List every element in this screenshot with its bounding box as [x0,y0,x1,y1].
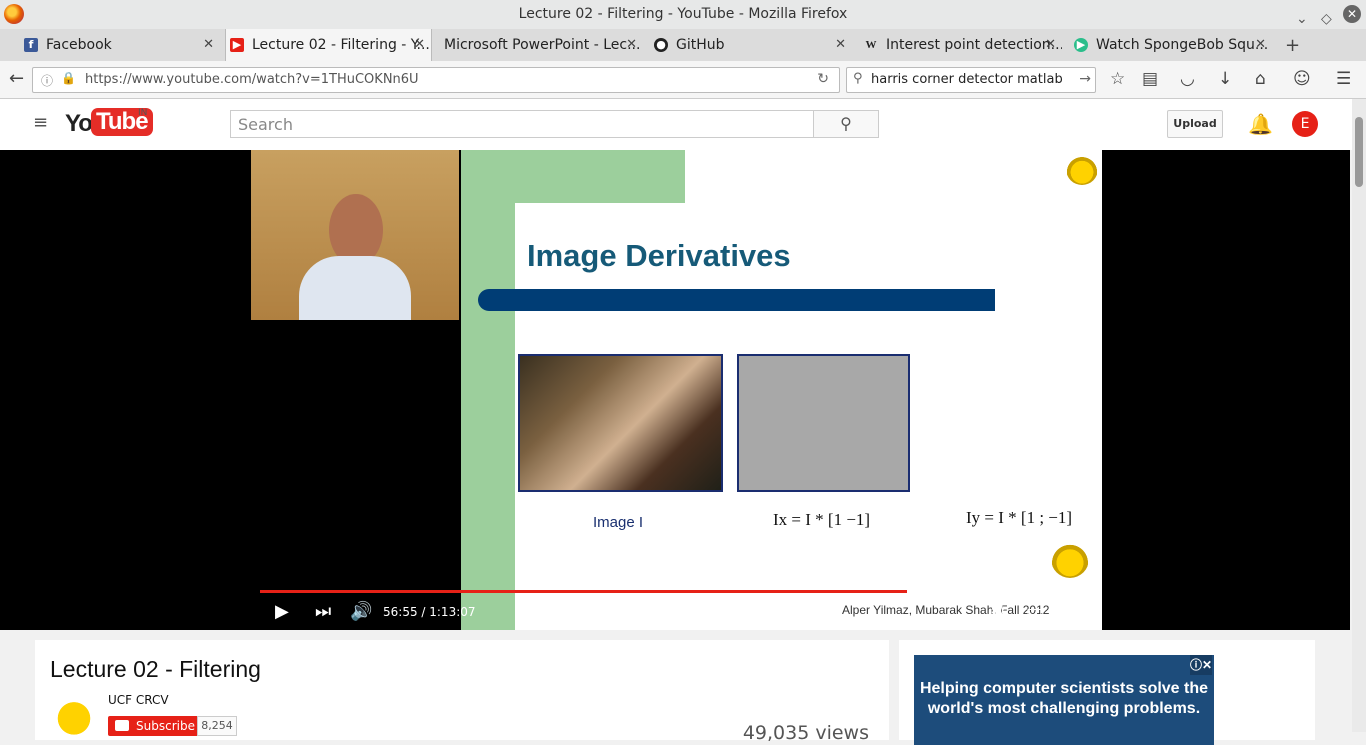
slide-green-top [461,150,685,203]
video-title: Lecture 02 - Filtering [50,656,261,682]
page-scrollbar[interactable] [1352,99,1366,732]
volume-icon[interactable]: 🔊 [350,601,372,622]
play-icon[interactable]: ▶ [275,601,289,622]
tab-youtube-lecture[interactable]: ▶ Lecture 02 - Filtering - Y... ✕ [225,29,432,61]
tab-facebook[interactable]: f Facebook ✕ [20,29,220,61]
reload-icon[interactable]: ↻ [817,71,829,87]
slide-credit: Alper Yilmaz, Mubarak Shah, Fall 2012 [842,603,1050,617]
bookmark-star-icon[interactable]: ☆ [1110,69,1125,89]
tab-label: Watch SpongeBob Squ... [1096,37,1269,53]
webcam-overlay [251,150,459,320]
github-favicon-icon: ● [654,38,668,52]
menu-icon[interactable]: ☰ [1336,69,1351,89]
tab-label: Facebook [46,37,112,53]
progress-played [260,590,908,593]
tab-label: Lecture 02 - Filtering - Y... [252,37,430,53]
channel-name[interactable]: UCF CRCV [108,693,169,707]
info-icon[interactable]: ⓘ [41,72,53,89]
url-bar[interactable]: ⓘ 🔒 https://www.youtube.com/watch?v=1THu… [32,67,840,93]
tab-label: GitHub [676,37,725,53]
subscribe-button[interactable]: Subscribe [108,716,197,736]
tab-label: Interest point detection... [886,37,1062,53]
time-display: 56:55 / 1:13:07 [383,605,476,619]
search-go-icon[interactable]: → [1079,71,1091,87]
slide-title-bar [478,289,995,311]
guide-menu-icon[interactable]: ≡ [33,112,48,133]
subscriber-count: 8,254 [197,716,237,736]
slide-label-image: Image I [593,514,644,531]
youtube-search-button[interactable]: ⚲ [813,110,879,138]
close-tab-icon[interactable]: ✕ [1255,29,1266,61]
close-tab-icon[interactable]: ✕ [203,29,214,61]
search-placeholder: Search [238,115,293,134]
lecture-slide: Image Derivatives Image I Ix = I * [1 −1… [461,150,1102,630]
tab-github[interactable]: ● GitHub ✕ [650,29,852,61]
progress-bar[interactable] [260,590,1090,593]
youtube-favicon-icon: ▶ [230,38,244,52]
firefox-logo-icon [4,4,24,24]
pocket-icon[interactable]: ◡ [1180,69,1195,89]
reading-list-icon[interactable]: ▤ [1142,69,1158,89]
ad-close-icon[interactable]: ⓘ✕ [1190,655,1212,675]
downloads-icon[interactable]: ↓ [1218,69,1232,89]
chat-icon[interactable]: ☺ [1293,69,1311,89]
video-info-panel: Lecture 02 - Filtering UCF CRCV Subscrib… [35,640,889,744]
youtube-header: ≡ You Tube IN Search ⚲ Upload 🔔 E [0,99,1352,150]
theater-mode-icon[interactable]: ▭ [1026,601,1043,622]
next-icon[interactable]: ⏭ [315,601,331,622]
slide-green-band [461,150,515,630]
close-window-icon[interactable]: ✕ [1343,5,1361,23]
search-bar[interactable]: ⚲ harris corner detector matlab → [846,67,1096,93]
search-icon: ⚲ [840,114,852,133]
scrollbar-thumb[interactable] [1355,117,1363,187]
navigation-bar: ← ⓘ 🔒 https://www.youtube.com/watch?v=1T… [0,61,1366,99]
back-icon[interactable]: ← [9,68,24,89]
facebook-favicon-icon: f [24,38,38,52]
youtube-search-input[interactable]: Search [230,110,814,138]
slide-photo-derivative [737,354,910,492]
close-tab-icon[interactable]: ✕ [835,29,846,61]
lecturer-body [299,256,411,320]
channel-avatar[interactable] [50,692,98,740]
lock-icon: 🔒 [61,71,76,85]
video-player[interactable]: Image Derivatives Image I Ix = I * [1 −1… [0,150,1350,630]
notifications-bell-icon[interactable]: 🔔 [1248,112,1273,136]
settings-gear-icon[interactable]: ⚙ [990,601,1006,622]
search-query: harris corner detector matlab [871,72,1063,87]
tab-bar: f Facebook ✕ ▶ Lecture 02 - Filtering - … [0,29,1366,61]
new-tab-icon[interactable]: + [1285,35,1300,56]
video-favicon-icon: ▶ [1074,38,1088,52]
close-tab-icon[interactable]: ✕ [626,29,637,61]
avatar[interactable]: E [1292,111,1318,137]
youtube-play-icon [115,720,129,731]
tab-wikipedia[interactable]: W Interest point detection... ✕ [860,29,1063,61]
ad-text: Helping computer scientists solve the wo… [919,680,1209,717]
tab-powerpoint[interactable]: Microsoft PowerPoint - Lec... ✕ [418,29,643,61]
subscribe-label: Subscribe [136,719,195,733]
close-tab-icon[interactable]: ✕ [1045,29,1056,61]
window-title: Lecture 02 - Filtering - YouTube - Mozil… [518,6,848,22]
slide-label-ix: Ix = I * [1 −1] [773,510,871,529]
tab-spongebob[interactable]: ▶ Watch SpongeBob Squ... ✕ [1070,29,1272,61]
window-titlebar: Lecture 02 - Filtering - YouTube - Mozil… [0,0,1366,29]
ucf-pegasus-logo-icon [1066,153,1098,185]
region-code: IN [138,108,148,118]
url-text: https://www.youtube.com/watch?v=1THuCOKN… [85,72,419,87]
slide-label-iy: Iy = I * [1 ; −1] [966,508,1073,527]
slide-photo-original [518,354,723,492]
upload-button[interactable]: Upload [1167,110,1223,138]
wikipedia-favicon-icon: W [865,39,877,51]
tab-label: Microsoft PowerPoint - Lec... [444,37,641,53]
fullscreen-icon[interactable]: ⛶ [1063,601,1076,622]
view-count: 49,035 views [742,722,869,744]
sidebar: ⓘ✕ Helping computer scientists solve the… [899,640,1315,745]
ucf-pegasus-logo-icon [1051,540,1089,578]
home-icon[interactable]: ⌂ [1255,69,1266,89]
slide-title: Image Derivatives [527,238,791,273]
search-engine-icon[interactable]: ⚲ [853,71,863,86]
